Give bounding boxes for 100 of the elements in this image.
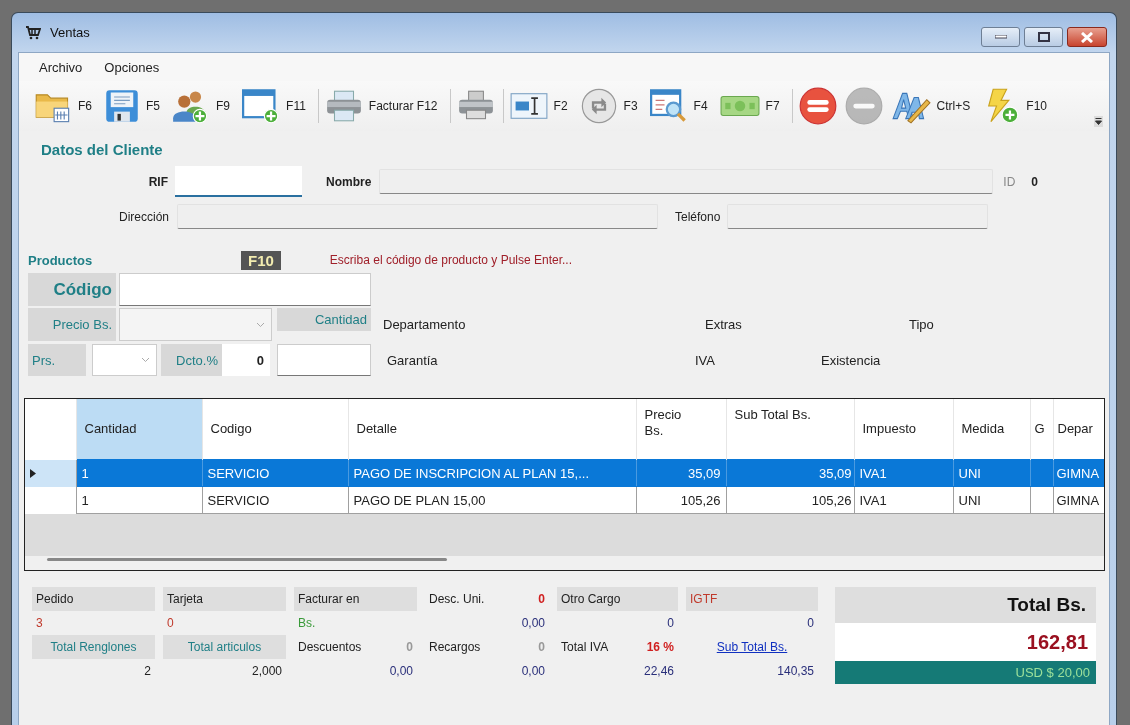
field-label: Dcto.%	[161, 344, 222, 376]
field-value: 0	[222, 344, 270, 376]
toolbar-button[interactable]: Ctrl+S	[890, 86, 983, 126]
table-cell: 105,26	[726, 486, 854, 514]
field-value: 0	[538, 640, 545, 654]
field-value: 22,46	[642, 663, 675, 680]
chevron-down-icon	[256, 321, 265, 328]
section-title: Productos	[28, 252, 94, 268]
info-label: Tipo	[909, 317, 934, 332]
table-cell: GIMNA	[1053, 459, 1104, 487]
shortcut-key: F10	[241, 250, 281, 270]
column-header[interactable]: Precio Bs.	[636, 399, 726, 460]
toolbar-button[interactable]: F4	[649, 86, 720, 126]
field-label: Precio Bs.	[28, 308, 116, 341]
table-row[interactable]: 1 SERVICIO PAGO DE PLAN 15,00 105,26 105,26 IVA1 UNI GIMNA	[25, 486, 1104, 514]
field-label: Descuentos	[298, 640, 362, 654]
field-value: 0	[406, 640, 413, 654]
field-value: 2,000	[250, 663, 283, 680]
printer-icon	[324, 88, 363, 124]
menu-item[interactable]: Opciones	[104, 59, 160, 75]
total-label: Total Bs.	[835, 587, 1096, 623]
column-header[interactable]: Impuesto	[854, 399, 953, 460]
column-header[interactable]: Codigo	[202, 399, 348, 460]
field-value: 0,00	[520, 615, 546, 632]
field-value: 0	[666, 615, 675, 632]
hint-text: Escriba el código de producto y Pulse Enter...	[329, 253, 572, 267]
input-field[interactable]	[175, 166, 302, 197]
total-amount: 162,81	[835, 623, 1096, 661]
maximize-icon	[1037, 32, 1050, 42]
field-value: 16 %	[646, 640, 674, 654]
minimize-icon	[994, 35, 1007, 39]
field-value: 0	[1031, 174, 1039, 189]
field-value: 0	[806, 615, 815, 632]
toolbar-button[interactable]: F7	[719, 86, 792, 126]
maximize-button[interactable]	[1024, 27, 1063, 47]
window-title: Ventas	[50, 25, 90, 40]
toolbar-button[interactable]: F2	[509, 86, 580, 126]
field-label: Código	[28, 273, 116, 306]
field-value: 0	[166, 615, 175, 632]
table-cell: UNI	[953, 486, 1030, 514]
field-label: Tarjeta	[163, 587, 286, 611]
menu-item[interactable]: Archivo	[39, 59, 83, 75]
column-header[interactable]: Medida	[953, 399, 1030, 460]
table-cell: IVA1	[854, 486, 953, 514]
text-field-icon	[509, 90, 548, 122]
field-label: Total Renglones	[32, 635, 155, 659]
column-header[interactable]: G	[1030, 399, 1053, 460]
field-label: Prs.	[28, 344, 86, 376]
table-cell: IVA1	[854, 459, 953, 487]
column-header[interactable]: Sub Total Bs.	[726, 399, 854, 460]
table-cell: 35,09	[636, 459, 726, 487]
toolbar-button[interactable]: F6	[34, 86, 104, 126]
toolbar-button[interactable]: F11	[242, 86, 318, 126]
dropdown[interactable]	[92, 344, 157, 376]
table-cell: SERVICIO	[202, 486, 348, 514]
table-cell: SERVICIO	[202, 459, 348, 487]
toolbar-button[interactable]: F5	[104, 86, 173, 126]
field-label: Pedido	[32, 587, 155, 611]
field-label: Desc. Uni.	[429, 592, 485, 606]
field-label: Otro Cargo	[557, 587, 678, 611]
link[interactable]: Sub Total Bs.	[716, 640, 788, 654]
table-row[interactable]: 1 SERVICIO PAGO DE INSCRIPCION AL PLAN 15,... 35,09 35,09 IVA1 UNI GIMNA	[25, 459, 1104, 487]
table-cell: 105,26	[636, 486, 726, 514]
field-label: Facturar en	[294, 587, 417, 611]
toolbar-button[interactable]: F10	[982, 86, 1059, 126]
info-label: Extras	[705, 317, 743, 332]
field-value: Bs.	[297, 615, 317, 632]
field-label: Recargos	[429, 640, 481, 654]
table-cell: PAGO DE INSCRIPCION AL PLAN 15,...	[348, 459, 636, 487]
field-label: Total IVA	[561, 640, 609, 654]
chevron-down-icon	[141, 357, 150, 363]
equals-circle-icon	[798, 87, 837, 125]
column-header[interactable]: Detalle	[348, 399, 636, 460]
field-label: IGTF	[686, 587, 818, 611]
field-value: 2	[143, 663, 152, 680]
toolbar-button[interactable]: F9	[172, 86, 243, 126]
column-header[interactable]: Cantidad	[76, 399, 202, 460]
table-cell: PAGO DE PLAN 15,00	[348, 486, 636, 514]
info-label: Garantía	[387, 352, 439, 368]
table-cell: 35,09	[726, 459, 854, 487]
toolbar-button[interactable]: F3	[579, 86, 650, 126]
toolbar-button[interactable]: Facturar F12	[324, 86, 450, 126]
table-cell: 1	[76, 459, 202, 487]
field-value: 0,00	[388, 663, 414, 680]
minus-circle-icon	[844, 87, 883, 125]
table-cell: 1	[76, 486, 202, 514]
window-add-icon	[242, 88, 281, 124]
field-value: 0,00	[520, 663, 546, 680]
field-label: Dirección	[118, 209, 169, 224]
scrollbar-thumb[interactable]	[47, 558, 447, 561]
info-label: Existencia	[821, 352, 881, 368]
overflow-icon	[1094, 116, 1103, 127]
field-value: 0	[538, 592, 545, 606]
info-label: Departamento	[383, 317, 467, 332]
close-button[interactable]	[1067, 27, 1107, 47]
row-pointer-icon	[30, 468, 36, 478]
field-value: 140,35	[776, 663, 815, 680]
usd-total: USD $ 20,00	[835, 661, 1096, 684]
column-header[interactable]: Depar	[1053, 399, 1104, 460]
field-label: Cantidad	[277, 308, 371, 331]
